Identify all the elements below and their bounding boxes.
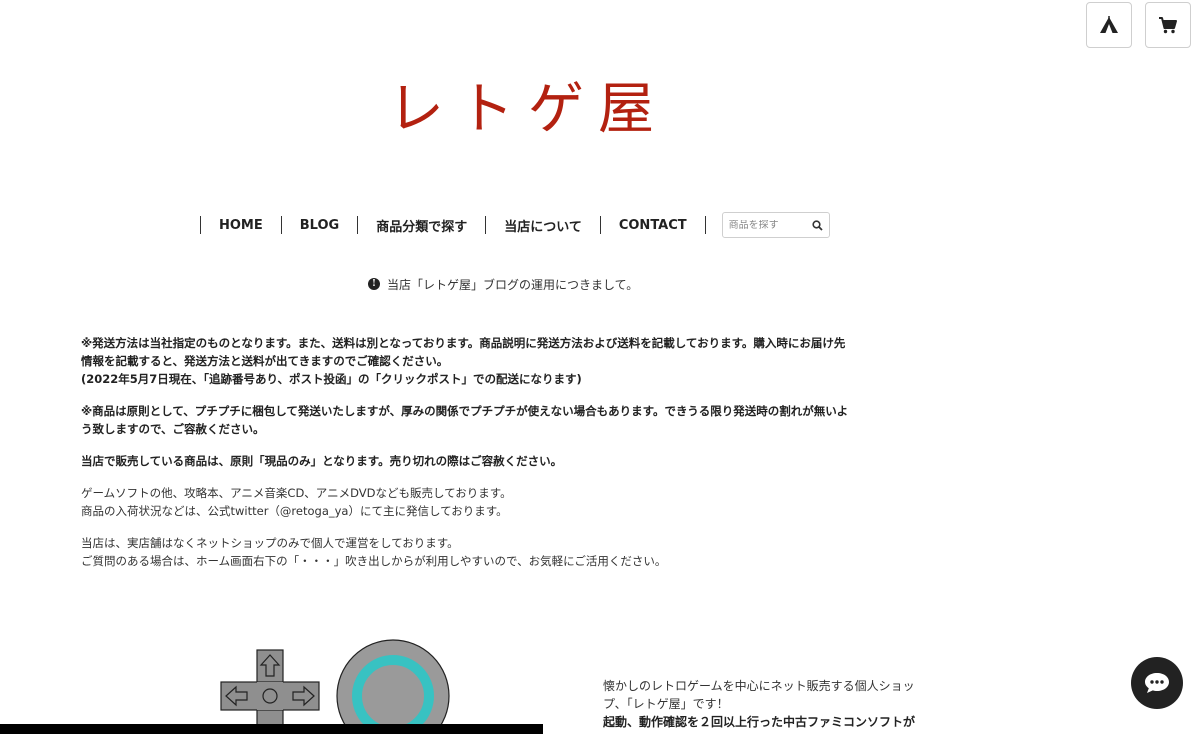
search-box [721,212,830,238]
text-line: 情報を記載すると、発送方法と送料が出てきますのでご確認ください。 [81,354,449,368]
text-line: 懐かしのレトロゲームを中心にネット販売する個人ショッ [603,679,915,693]
shop-intro: 懐かしのレトロゲームを中心にネット販売する個人ショッ プ、「レトゲ屋」です！ 起… [603,677,943,731]
nav-home[interactable]: HOME [201,218,281,233]
dpad-icon [220,649,320,727]
text-line: 当店で販売している商品は、原則「現品のみ」となります。売り切れの際はご容赦くださ… [81,454,563,468]
bottom-bar [0,724,543,734]
chat-bubble-icon [1145,673,1169,693]
text-line: プ、「レトゲ屋」です！ [603,697,729,711]
button-ring-icon [336,639,450,728]
packing-paragraph: ※商品は原則として、プチプチに梱包して発送いたしますが、厚みの関係でプチプチが使… [81,402,941,438]
text-line: (2022年5月7日現在、「追跡番号あり、ポスト投函」の「クリックポスト」での配… [81,372,582,386]
nav-blog[interactable]: BLOG [282,218,357,233]
notice-text: 当店「レトゲ屋」ブログの運用につきまして。 [387,277,639,292]
shipping-paragraph: ※発送方法は当社指定のものとなります。また、送料は別となっております。商品説明に… [81,334,941,388]
nav-contact[interactable]: CONTACT [601,218,705,233]
stock-paragraph: 当店で販売している商品は、原則「現品のみ」となります。売り切れの際はご容赦くださ… [81,452,941,470]
info-icon: ! [368,278,380,290]
nav-categories[interactable]: 商品分類で探す [358,216,485,235]
text-line: 商品の入荷状況などは、公式twitter（@retoga_ya）にて主に発信して… [81,504,508,518]
nav-divider [704,216,706,234]
search-icon[interactable] [812,219,823,231]
text-line: ご質問のある場合は、ホーム画面右下の「・・・」吹き出しからが利用しやすいので、お… [81,554,667,568]
text-line: 起動、動作確認を２回以上行った中古ファミコンソフトが [603,715,916,729]
controller-illustration [220,639,450,728]
text-line: う致しますので、ご容赦ください。 [81,422,265,436]
global-nav: HOME BLOG 商品分類で探す 当店について CONTACT [200,211,830,239]
text-line: ゲームソフトの他、攻略本、アニメ音楽CD、アニメDVDなども販売しております。 [81,486,512,500]
tent-button[interactable] [1086,2,1132,48]
shop-info: ※発送方法は当社指定のものとなります。また、送料は別となっております。商品説明に… [81,334,941,584]
text-line: ※商品は原則として、プチプチに梱包して発送いたしますが、厚みの関係でプチプチが使… [81,404,849,418]
blog-notice-link[interactable]: ! 当店「レトゲ屋」ブログの運用につきまして。 [368,275,638,293]
products-paragraph: ゲームソフトの他、攻略本、アニメ音楽CD、アニメDVDなども販売しております。 … [81,484,941,520]
nav-about[interactable]: 当店について [486,216,600,235]
site-logo[interactable]: レトゲ屋 [388,70,668,150]
chat-button[interactable] [1131,657,1183,709]
cart-icon [1159,17,1177,34]
cart-button[interactable] [1145,2,1191,48]
text-line: ※発送方法は当社指定のものとなります。また、送料は別となっております。商品説明に… [81,336,846,350]
shop-paragraph: 当店は、実店舗はなくネットショップのみで個人で運営をしております。 ご質問のある… [81,534,941,570]
search-input[interactable] [728,219,803,231]
tent-icon [1100,16,1118,33]
text-line: 当店は、実店舗はなくネットショップのみで個人で運営をしております。 [81,536,459,550]
